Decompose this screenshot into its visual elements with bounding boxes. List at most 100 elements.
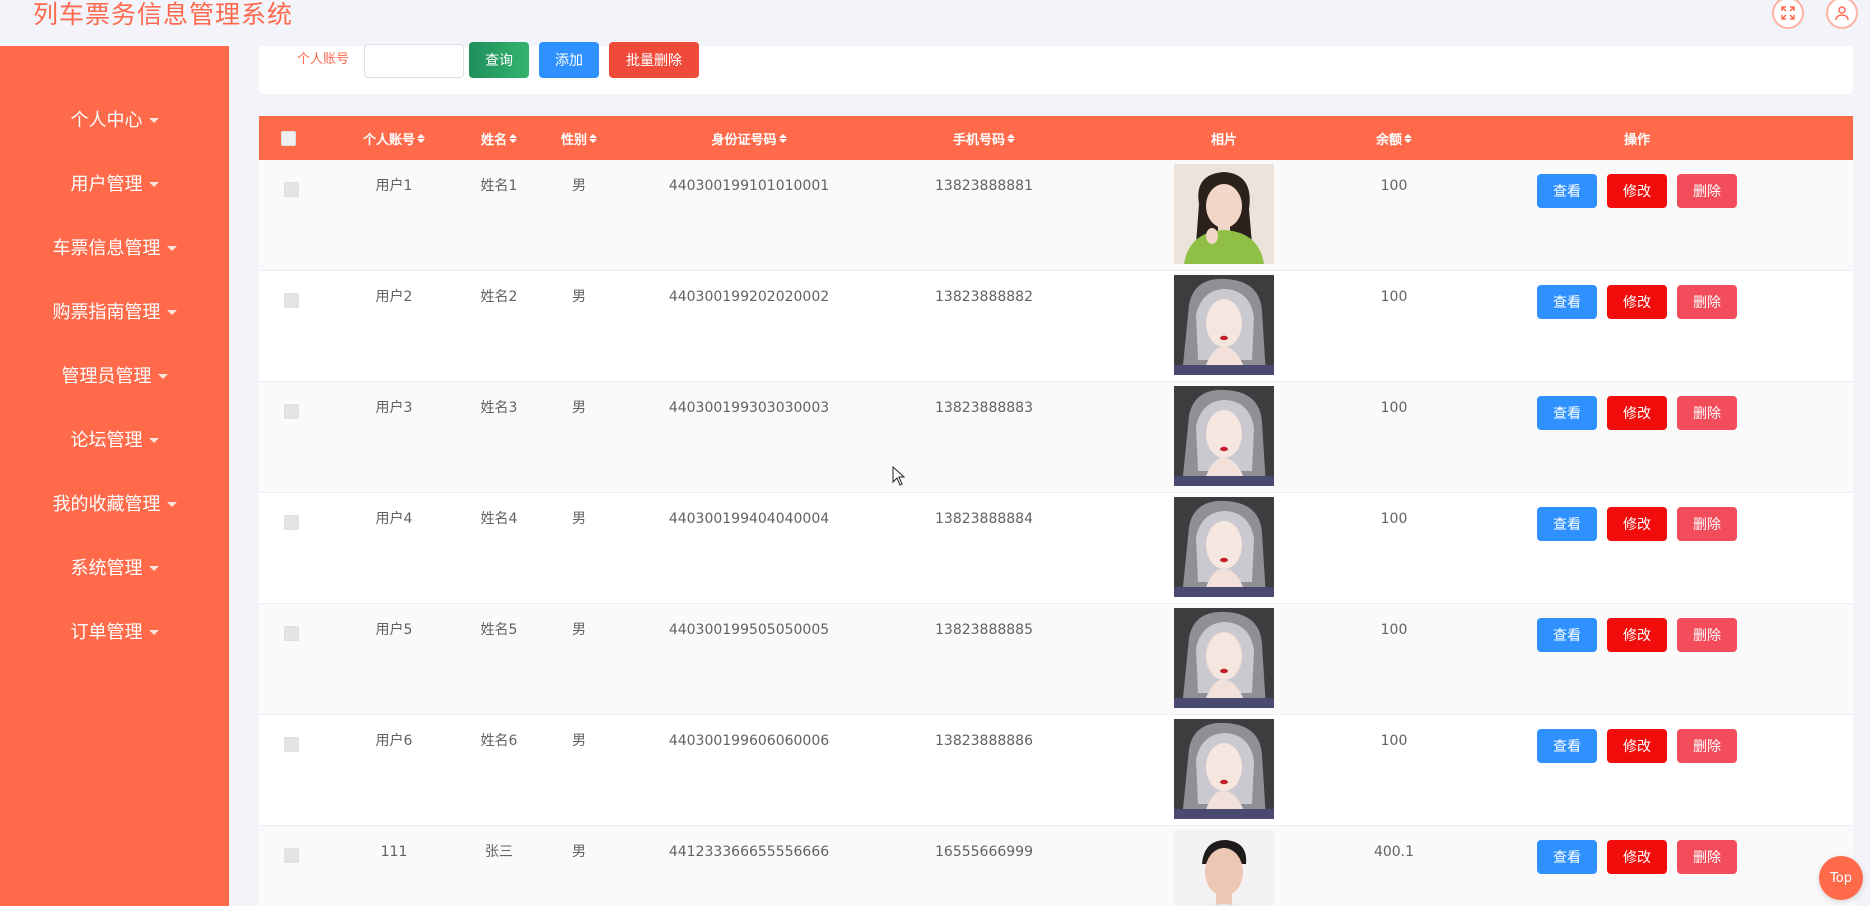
sidebar-item-label: 车票信息管理: [52, 238, 161, 259]
view-button[interactable]: 查看: [1537, 618, 1597, 652]
row-checkbox[interactable]: [284, 182, 300, 206]
sidebar-item-ticket-info[interactable]: 车票信息管理: [0, 227, 229, 267]
edit-button[interactable]: 修改: [1607, 507, 1667, 541]
cell-balance: 100: [1380, 400, 1408, 416]
user-photo: [1174, 386, 1274, 486]
cell-balance: 100: [1380, 622, 1408, 638]
user-photo: [1174, 608, 1274, 708]
cell-balance: 100: [1380, 178, 1408, 194]
cell-gender: 男: [572, 178, 586, 194]
query-button[interactable]: 查询: [469, 42, 529, 78]
column-header-photo: 相片: [1210, 132, 1237, 148]
cell-id-number: 440300199606060006: [668, 733, 830, 749]
caret-down-icon: [148, 629, 159, 635]
view-button[interactable]: 查看: [1537, 174, 1597, 208]
row-checkbox[interactable]: [284, 293, 300, 317]
sidebar-item-favorites[interactable]: 我的收藏管理: [0, 483, 229, 523]
cell-phone: 13823888881: [935, 178, 1033, 194]
row-checkbox[interactable]: [284, 404, 300, 428]
sidebar-item-purchase-guide[interactable]: 购票指南管理: [0, 291, 229, 331]
add-button[interactable]: 添加: [539, 42, 599, 78]
cell-phone: 16555666999: [935, 844, 1033, 860]
delete-button[interactable]: 删除: [1677, 507, 1737, 541]
sidebar-item-forum[interactable]: 论坛管理: [0, 419, 229, 459]
delete-button[interactable]: 删除: [1677, 174, 1737, 208]
mouse-cursor-icon: [892, 466, 906, 486]
column-header-id-number[interactable]: 身份证号码: [649, 116, 849, 160]
sidebar-item-user-management[interactable]: 用户管理: [0, 163, 229, 203]
sidebar-item-label: 管理员管理: [61, 366, 152, 387]
sidebar-item-admin-management[interactable]: 管理员管理: [0, 355, 229, 395]
user-photo: [1174, 830, 1274, 906]
cell-id-number: 440300199505050005: [668, 622, 830, 638]
delete-button[interactable]: 删除: [1677, 396, 1737, 430]
column-header-name[interactable]: 姓名: [459, 116, 539, 160]
sidebar-item-label: 论坛管理: [70, 430, 143, 451]
sort-icon: [589, 133, 597, 143]
caret-down-icon: [166, 245, 177, 251]
delete-button[interactable]: 删除: [1677, 285, 1737, 319]
cell-name: 姓名1: [480, 178, 518, 194]
column-header-gender[interactable]: 性别: [539, 116, 619, 160]
edit-button[interactable]: 修改: [1607, 396, 1667, 430]
edit-button[interactable]: 修改: [1607, 840, 1667, 874]
row-checkbox[interactable]: [284, 737, 300, 761]
sidebar-item-label: 购票指南管理: [52, 302, 161, 323]
cell-balance: 100: [1380, 289, 1408, 305]
cell-balance: 100: [1380, 511, 1408, 527]
cell-phone: 13823888883: [935, 400, 1033, 416]
delete-button[interactable]: 删除: [1677, 840, 1737, 874]
caret-down-icon: [148, 117, 159, 123]
sidebar-item-system[interactable]: 系统管理: [0, 547, 229, 587]
edit-button[interactable]: 修改: [1607, 285, 1667, 319]
cell-gender: 男: [572, 289, 586, 305]
row-checkbox[interactable]: [284, 515, 300, 539]
edit-button[interactable]: 修改: [1607, 618, 1667, 652]
sidebar-item-personal-center[interactable]: 个人中心: [0, 99, 229, 139]
cell-account: 用户3: [375, 400, 413, 416]
cell-name: 姓名3: [480, 400, 518, 416]
batch-delete-button[interactable]: 批量删除: [609, 42, 699, 78]
column-header-account[interactable]: 个人账号: [344, 116, 444, 160]
delete-button[interactable]: 删除: [1677, 618, 1737, 652]
user-table: 个人账号 姓名 性别 身份证号码 手机号码 相片 余额 操作 用户1 姓名1 男 44…: [259, 116, 1853, 906]
column-header-actions: 操作: [1623, 132, 1650, 148]
account-search-input[interactable]: [364, 44, 464, 78]
cell-name: 姓名6: [480, 733, 518, 749]
cell-account: 用户2: [375, 289, 413, 305]
expand-icon[interactable]: [1772, 0, 1804, 29]
sort-icon: [417, 133, 425, 143]
table-row: 用户2 姓名2 男 440300199202020002 13823888882 100 查…: [259, 271, 1853, 382]
edit-button[interactable]: 修改: [1607, 174, 1667, 208]
back-to-top-button[interactable]: Top: [1819, 856, 1863, 900]
row-checkbox[interactable]: [284, 626, 300, 650]
cell-id-number: 440300199202020002: [668, 289, 830, 305]
user-icon[interactable]: [1826, 0, 1858, 29]
sidebar-item-orders[interactable]: 订单管理: [0, 611, 229, 651]
cell-name: 姓名2: [480, 289, 518, 305]
sidebar-item-label: 用户管理: [70, 174, 143, 195]
view-button[interactable]: 查看: [1537, 840, 1597, 874]
sidebar-item-label: 我的收藏管理: [52, 494, 161, 515]
select-all-checkbox[interactable]: [277, 116, 299, 160]
table-row: 111 张三 男 441233366655556666 16555666999 400.1…: [259, 826, 1853, 906]
view-button[interactable]: 查看: [1537, 396, 1597, 430]
sidebar-item-label: 订单管理: [70, 622, 143, 643]
view-button[interactable]: 查看: [1537, 729, 1597, 763]
view-button[interactable]: 查看: [1537, 507, 1597, 541]
column-header-balance[interactable]: 余额: [1354, 116, 1434, 160]
row-checkbox[interactable]: [284, 848, 300, 872]
user-photo: [1174, 719, 1274, 819]
column-header-phone[interactable]: 手机号码: [919, 116, 1049, 160]
cell-account: 用户6: [375, 733, 413, 749]
cell-account: 用户4: [375, 511, 413, 527]
delete-button[interactable]: 删除: [1677, 729, 1737, 763]
caret-down-icon: [166, 501, 177, 507]
cell-account: 111: [380, 844, 408, 860]
view-button[interactable]: 查看: [1537, 285, 1597, 319]
cell-id-number: 440300199101010001: [668, 178, 830, 194]
cell-gender: 男: [572, 733, 586, 749]
search-label: 个人账号: [297, 52, 350, 67]
table-header: 个人账号 姓名 性别 身份证号码 手机号码 相片 余额 操作: [259, 116, 1853, 160]
edit-button[interactable]: 修改: [1607, 729, 1667, 763]
